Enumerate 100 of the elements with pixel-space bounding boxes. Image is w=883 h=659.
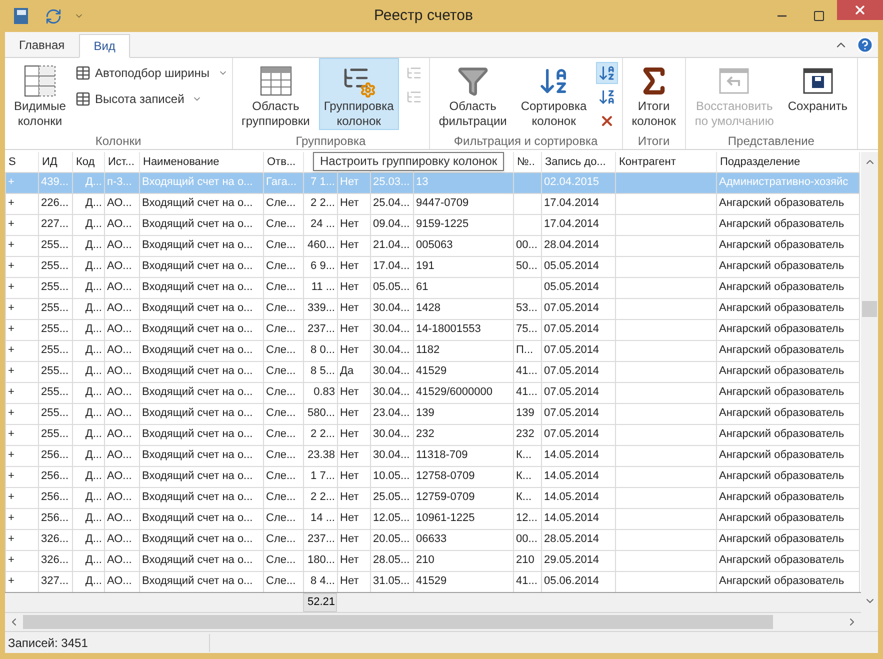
- column-header[interactable]: Ист...: [104, 152, 140, 172]
- tree-collapse-icon: [406, 89, 422, 105]
- table-row[interactable]: + 255... Д... АО... Входящий счет на о... Сле... 8 5... Да 30.04... 41529 41... 07.05.2014 Ангарский образователь: [6, 361, 860, 382]
- close-button[interactable]: [837, 0, 883, 20]
- table-cell: 2 2...: [304, 424, 338, 445]
- tooltip: Настроить группировку колонок: [313, 152, 504, 171]
- table-cell: 41529: [414, 571, 514, 592]
- table-cell: Сле...: [264, 214, 304, 235]
- table-row[interactable]: + 255... Д... АО... Входящий счет на о... Сле... 6 9... Нет 17.04... 191 50... 05.05.2014 Ангарский образователь: [6, 256, 860, 277]
- table-cell: Входящий счет на о...: [140, 172, 264, 193]
- ribbon-button[interactable]: Область группировки: [236, 58, 315, 130]
- dropdown-button[interactable]: Автоподбор ширины: [74, 62, 228, 84]
- record-count: Записей: 3451: [5, 634, 210, 652]
- column-header[interactable]: Подразделение: [716, 152, 860, 172]
- table-row[interactable]: + 255... Д... АО... Входящий счет на о... Сле... 580... Нет 23.04... 139 139 07.05.2014 Ангарский образователь: [6, 403, 860, 424]
- table-cell: АО...: [104, 256, 140, 277]
- table-cell: 13: [414, 172, 514, 193]
- table-cell: Входящий счет на о...: [140, 382, 264, 403]
- table-row[interactable]: + 255... Д... АО... Входящий счет на о... Сле... 2 2... Нет 30.04... 232 232 07.05.2014 Ангарский образователь: [6, 424, 860, 445]
- table-cell: 30.04...: [370, 361, 414, 382]
- table-row[interactable]: + 326... Д... АО... Входящий счет на о... Сле... 237... Нет 20.05... 06633 00... 28.05.2014 Ангарский образователь: [6, 529, 860, 550]
- table-cell: 8 5...: [304, 361, 338, 382]
- table-cell: 07.05.2014: [542, 382, 616, 403]
- table-cell: 14-18001553: [414, 319, 514, 340]
- horizontal-scrollbar-thumb[interactable]: [23, 615, 773, 629]
- table-cell: +: [6, 298, 38, 319]
- column-header[interactable]: ИД: [38, 152, 72, 172]
- help-icon[interactable]: [856, 36, 874, 54]
- table-cell: Д...: [72, 277, 104, 298]
- vertical-scrollbar-thumb[interactable]: [862, 301, 877, 317]
- table-cell: [514, 214, 542, 235]
- mini-button[interactable]: [596, 62, 618, 84]
- table-cell: 75...: [514, 319, 542, 340]
- table-cell: Нет: [338, 340, 370, 361]
- ribbon-tab[interactable]: Вид: [78, 34, 130, 58]
- table-cell: Ангарский образователь: [716, 403, 860, 424]
- ribbon-button[interactable]: Сохранить: [782, 58, 853, 130]
- table-cell: 30.04...: [370, 382, 414, 403]
- table-row[interactable]: + 255... Д... АО... Входящий счет на о... Сле... 460... Нет 21.04... 005063 00... 28.04.2014 Ангарский образователь: [6, 235, 860, 256]
- table-cell: 7 1...: [304, 172, 338, 193]
- dropdown-button[interactable]: Высота записей: [74, 88, 228, 110]
- table-cell: Нет: [338, 214, 370, 235]
- table-cell: 6 9...: [304, 256, 338, 277]
- table-cell: Входящий счет на о...: [140, 277, 264, 298]
- table-cell: Нет: [338, 319, 370, 340]
- table-cell: Сле...: [264, 445, 304, 466]
- filter-icon: [456, 65, 489, 97]
- table-cell: Нет: [338, 172, 370, 193]
- column-header[interactable]: Запись до...: [542, 152, 616, 172]
- table-row[interactable]: + 326... Д... АО... Входящий счет на о... Сле... 180... Нет 28.05... 210 210 29.05.2014 Ангарский образователь: [6, 550, 860, 571]
- column-header[interactable]: Наименование: [140, 152, 264, 172]
- table-cell: 41...: [514, 571, 542, 592]
- table-cell: 25.03...: [370, 172, 414, 193]
- ribbon-button[interactable]: Группировка колонок: [318, 58, 399, 130]
- table-cell: 139: [514, 403, 542, 424]
- table-cell: 61: [414, 277, 514, 298]
- table-cell: АО...: [104, 235, 140, 256]
- group-label: Группировка: [294, 133, 367, 149]
- table-cell: 339...: [304, 298, 338, 319]
- table-row[interactable]: + 256... Д... АО... Входящий счет на о... Сле... 2 2... Нет 25.05... 12759-0709 К... 14.05.2014 Ангарский образователь: [6, 487, 860, 508]
- table-cell: АО...: [104, 445, 140, 466]
- ribbon-tab[interactable]: Главная: [5, 33, 79, 57]
- ribbon-button[interactable]: Видимые колонки: [9, 58, 71, 130]
- column-header[interactable]: Код: [72, 152, 104, 172]
- table-cell: Д...: [72, 214, 104, 235]
- table-cell: 28.05...: [370, 550, 414, 571]
- maximize-icon[interactable]: [813, 10, 825, 22]
- table-cell: 255...: [38, 424, 72, 445]
- ribbon-button[interactable]: Итоги колонок: [626, 58, 681, 130]
- table-cell: 1 7...: [304, 466, 338, 487]
- table-row[interactable]: + 256... Д... АО... Входящий счет на о... Сле... 1 7... Нет 10.05... 12758-0709 К... 14.05.2014 Ангарский образователь: [6, 466, 860, 487]
- table-row[interactable]: + 255... Д... АО... Входящий счет на о... Сле... 0.83 Нет 30.04... 41529/6000000 41... 07.05.2014 Ангарский образователь: [6, 382, 860, 403]
- table-row[interactable]: + 327... Д... АО... Входящий счет на о... Сле... 8 4... Нет 31.05... 41529 41... 05.06.2014 Ангарский образователь: [6, 571, 860, 592]
- column-header[interactable]: Контрагент: [616, 152, 716, 172]
- table-row[interactable]: + 227... Д... АО... Входящий счет на о... Сле... 24 ... Нет 09.04... 9159-1225 17.04.2014 Ангарский образователь: [6, 214, 860, 235]
- table-cell: 226...: [38, 193, 72, 214]
- table-cell: 41529/6000000: [414, 382, 514, 403]
- table-cell: Нет: [338, 487, 370, 508]
- table-row[interactable]: + 226... Д... АО... Входящий счет на о... Сле... 2 2... Нет 25.04... 9447-0709 17.04.2014 Ангарский образователь: [6, 193, 860, 214]
- table-row[interactable]: + 256... Д... АО... Входящий счет на о... Сле... 23.38 Нет 30.04... 11318-709 К... 14.05.2014 Ангарский образователь: [6, 445, 860, 466]
- table-row[interactable]: + 255... Д... АО... Входящий счет на о... Сле... 8 0... Нет 30.04... 1182 П... 07.05.2014 Ангарский образователь: [6, 340, 860, 361]
- table-cell: Входящий счет на о...: [140, 466, 264, 487]
- column-header[interactable]: S: [6, 152, 38, 172]
- table-row[interactable]: + 256... Д... АО... Входящий счет на о... Сле... 14 ... Нет 12.05... 10961-1225 12... 14.05.2014 Ангарский образователь: [6, 508, 860, 529]
- refresh-icon[interactable]: [45, 8, 62, 24]
- table-cell: Входящий счет на о...: [140, 550, 264, 571]
- table-cell: 09.04...: [370, 214, 414, 235]
- column-header[interactable]: №..: [514, 152, 542, 172]
- column-header[interactable]: Отв...: [264, 152, 304, 172]
- table-row[interactable]: + 255... Д... АО... Входящий счет на о... Сле... 237... Нет 30.04... 14-18001553 75... 07.05.2014 Ангарский образователь: [6, 319, 860, 340]
- table-cell: 21.04...: [370, 235, 414, 256]
- table-cell: 326...: [38, 550, 72, 571]
- table-cell: Нет: [338, 508, 370, 529]
- table-cell: 255...: [38, 277, 72, 298]
- table-cell: Нет: [338, 193, 370, 214]
- table-row[interactable]: + 255... Д... АО... Входящий счет на о... Сле... 339... Нет 30.04... 1428 53... 07.05.2014 Ангарский образователь: [6, 298, 860, 319]
- ribbon-button[interactable]: Сортировка колонок: [516, 58, 592, 130]
- table-cell: 07.05.2014: [542, 361, 616, 382]
- table-row[interactable]: + 255... Д... АО... Входящий счет на о... Сле... 11 ... Нет 05.05... 61 05.05.2014 Ангарский образователь: [6, 277, 860, 298]
- ribbon-button[interactable]: Область фильтрации: [434, 58, 512, 130]
